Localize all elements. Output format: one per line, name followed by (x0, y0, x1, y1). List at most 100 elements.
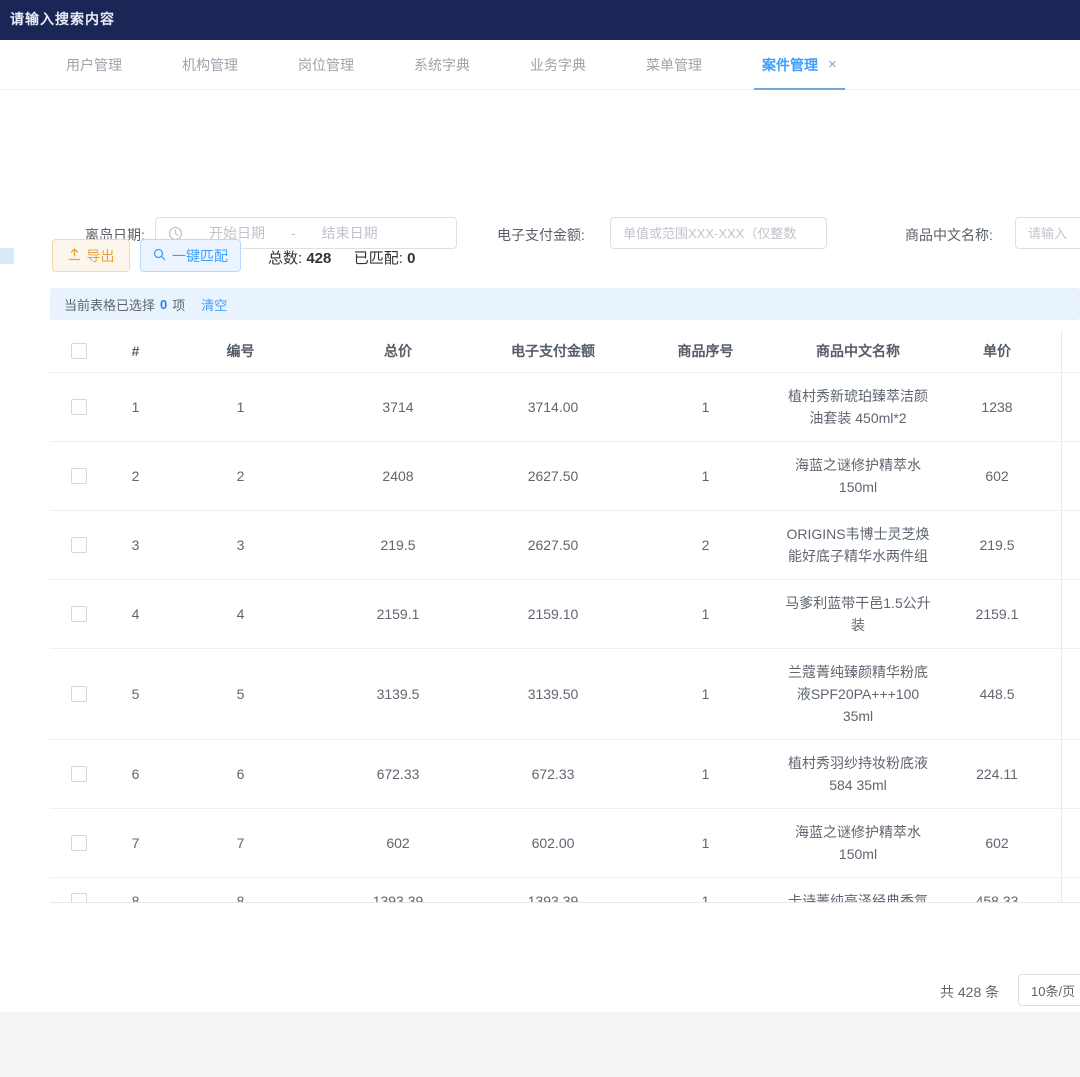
row-checkbox-cell (50, 580, 108, 648)
cell-seq: 1 (628, 373, 783, 441)
tab-close-icon[interactable]: × (828, 56, 837, 73)
total-label: 总数: (268, 250, 302, 267)
cell-product-name: ORIGINS韦博士灵芝焕能好底子精华水两件组 (783, 511, 933, 579)
cell-paid: 3714.00 (478, 373, 628, 441)
left-edge-fragment (0, 248, 14, 264)
tab-label: 系统字典 (414, 55, 470, 75)
tab-2[interactable]: 机构管理 (174, 40, 246, 90)
cell-seq: 1 (628, 580, 783, 648)
cell-index: 7 (108, 809, 163, 877)
selection-alert-bar: 当前表格已选择 0 项 清空 (50, 288, 1080, 320)
cell-code: 8 (163, 878, 318, 903)
cell-code: 4 (163, 580, 318, 648)
stats-summary: 总数: 428 已匹配: 0 (268, 247, 415, 268)
cell-unit-price: 224.11 (933, 740, 1062, 808)
cell-index: 1 (108, 373, 163, 441)
cell-code: 6 (163, 740, 318, 808)
cell-total: 1393.39 (318, 878, 478, 903)
col-header-unit: 单价 (933, 330, 1062, 372)
row-checkbox[interactable] (71, 835, 87, 851)
page-size-value: 10条/页 (1031, 981, 1075, 1000)
matched-value: 0 (407, 250, 415, 267)
search-icon (153, 248, 166, 264)
tab-3[interactable]: 岗位管理 (290, 40, 362, 90)
cell-paid: 672.33 (478, 740, 628, 808)
cell-paid: 2159.10 (478, 580, 628, 648)
table-row: 8 8 1393.39 1393.39 1 卡诗菁纯亮泽经典香氛 458.33 (50, 878, 1080, 903)
cell-paid: 2627.50 (478, 442, 628, 510)
cell-seq: 2 (628, 511, 783, 579)
row-checkbox[interactable] (71, 399, 87, 415)
row-checkbox-cell (50, 442, 108, 510)
cell-seq: 1 (628, 649, 783, 739)
tab-1[interactable]: 用户管理 (58, 40, 130, 90)
table-header-row: # 编号 总价 电子支付金额 商品序号 商品中文名称 单价 (50, 330, 1080, 373)
cell-unit-price: 602 (933, 442, 1062, 510)
cell-product-name: 植村秀羽纱持妆粉底液 584 35ml (783, 740, 933, 808)
match-button-label: 一键匹配 (172, 246, 228, 266)
filter-section: 离岛日期: 开始日期 - 结束日期 电子支付金额: 商品中文名称: (0, 90, 1080, 200)
row-checkbox-cell (50, 878, 108, 903)
cell-paid: 2627.50 (478, 511, 628, 579)
cell-code: 3 (163, 511, 318, 579)
cell-total: 2159.1 (318, 580, 478, 648)
data-table: # 编号 总价 电子支付金额 商品序号 商品中文名称 单价 1 1 3 7 1 4 3… (50, 330, 1080, 903)
col-header-total: 总价 (318, 330, 478, 372)
one-click-match-button[interactable]: 一键匹配 (140, 239, 241, 272)
row-checkbox[interactable] (71, 766, 87, 782)
col-header-seq: 商品序号 (628, 330, 783, 372)
tab-5[interactable]: 业务字典 (522, 40, 594, 90)
matched-label: 已匹配: (354, 250, 403, 267)
product-name-input[interactable] (1016, 218, 1080, 248)
select-all-cell (50, 330, 108, 372)
export-button[interactable]: 导出 (52, 239, 130, 272)
table-body: 1 1 3 7 1 4 3714.00 1 植村秀新琥珀臻萃洁颜油套装 450ml*2… (50, 373, 1080, 903)
date-range-separator: - (291, 225, 296, 241)
top-navbar: 请输入搜索内容 (0, 0, 1080, 40)
export-button-label: 导出 (87, 246, 115, 266)
cell-total: 219.5 (318, 511, 478, 579)
cell-unit-price: 1238 (933, 373, 1062, 441)
select-all-checkbox[interactable] (71, 343, 87, 359)
row-checkbox[interactable] (71, 893, 87, 903)
tab-4[interactable]: 系统字典 (406, 40, 478, 90)
tab-7[interactable]: 案件管理 × (754, 40, 845, 90)
tab-label: 菜单管理 (646, 55, 702, 75)
row-checkbox-cell (50, 373, 108, 441)
row-checkbox[interactable] (71, 537, 87, 553)
table-row: 3 3 219.5 2627.50 2 ORIGINS韦博士灵芝焕能好底子精华水… (50, 511, 1080, 580)
cell-product-name: 卡诗菁纯亮泽经典香氛 (783, 878, 933, 903)
col-header-name: 商品中文名称 (783, 330, 933, 372)
cell-index: 5 (108, 649, 163, 739)
global-search-input[interactable]: 请输入搜索内容 (10, 9, 115, 29)
cell-product-name: 海蓝之谜修护精萃水 150ml (783, 442, 933, 510)
cell-unit-price: 602 (933, 809, 1062, 877)
amount-input[interactable] (611, 218, 826, 248)
cell-product-name: 植村秀新琥珀臻萃洁颜油套装 450ml*2 (783, 373, 933, 441)
clear-selection-link[interactable]: 清空 (201, 295, 227, 314)
product-name-filter-label: 商品中文名称: (905, 225, 993, 245)
cell-index: 2 (108, 442, 163, 510)
amount-filter-label: 电子支付金额: (497, 225, 585, 245)
row-checkbox[interactable] (71, 468, 87, 484)
cell-seq: 1 (628, 809, 783, 877)
cell-total: 672.33 (318, 740, 478, 808)
tab-6[interactable]: 菜单管理 (638, 40, 710, 90)
product-name-input-box (1015, 217, 1080, 249)
cell-product-name: 马爹利蓝带干邑1.5公升装 (783, 580, 933, 648)
cell-product-name: 海蓝之谜修护精萃水 150ml (783, 809, 933, 877)
amount-input-box (610, 217, 827, 249)
selection-count: 0 (160, 297, 167, 312)
selection-prefix: 当前表格已选择 (64, 295, 155, 314)
tab-label: 岗位管理 (298, 55, 354, 75)
cell-index: 4 (108, 580, 163, 648)
cell-code: 5 (163, 649, 318, 739)
table-row: 2 2 2408 2627.50 1 海蓝之谜修护精萃水 150ml 602 (50, 442, 1080, 511)
page-size-select[interactable]: 10条/页 (1018, 974, 1080, 1006)
row-checkbox[interactable] (71, 606, 87, 622)
pagination-total: 共 428 条 (940, 982, 999, 1002)
row-checkbox[interactable] (71, 686, 87, 702)
cell-seq: 1 (628, 878, 783, 903)
col-header-paid: 电子支付金额 (478, 330, 628, 372)
date-end-placeholder[interactable]: 结束日期 (322, 223, 378, 243)
